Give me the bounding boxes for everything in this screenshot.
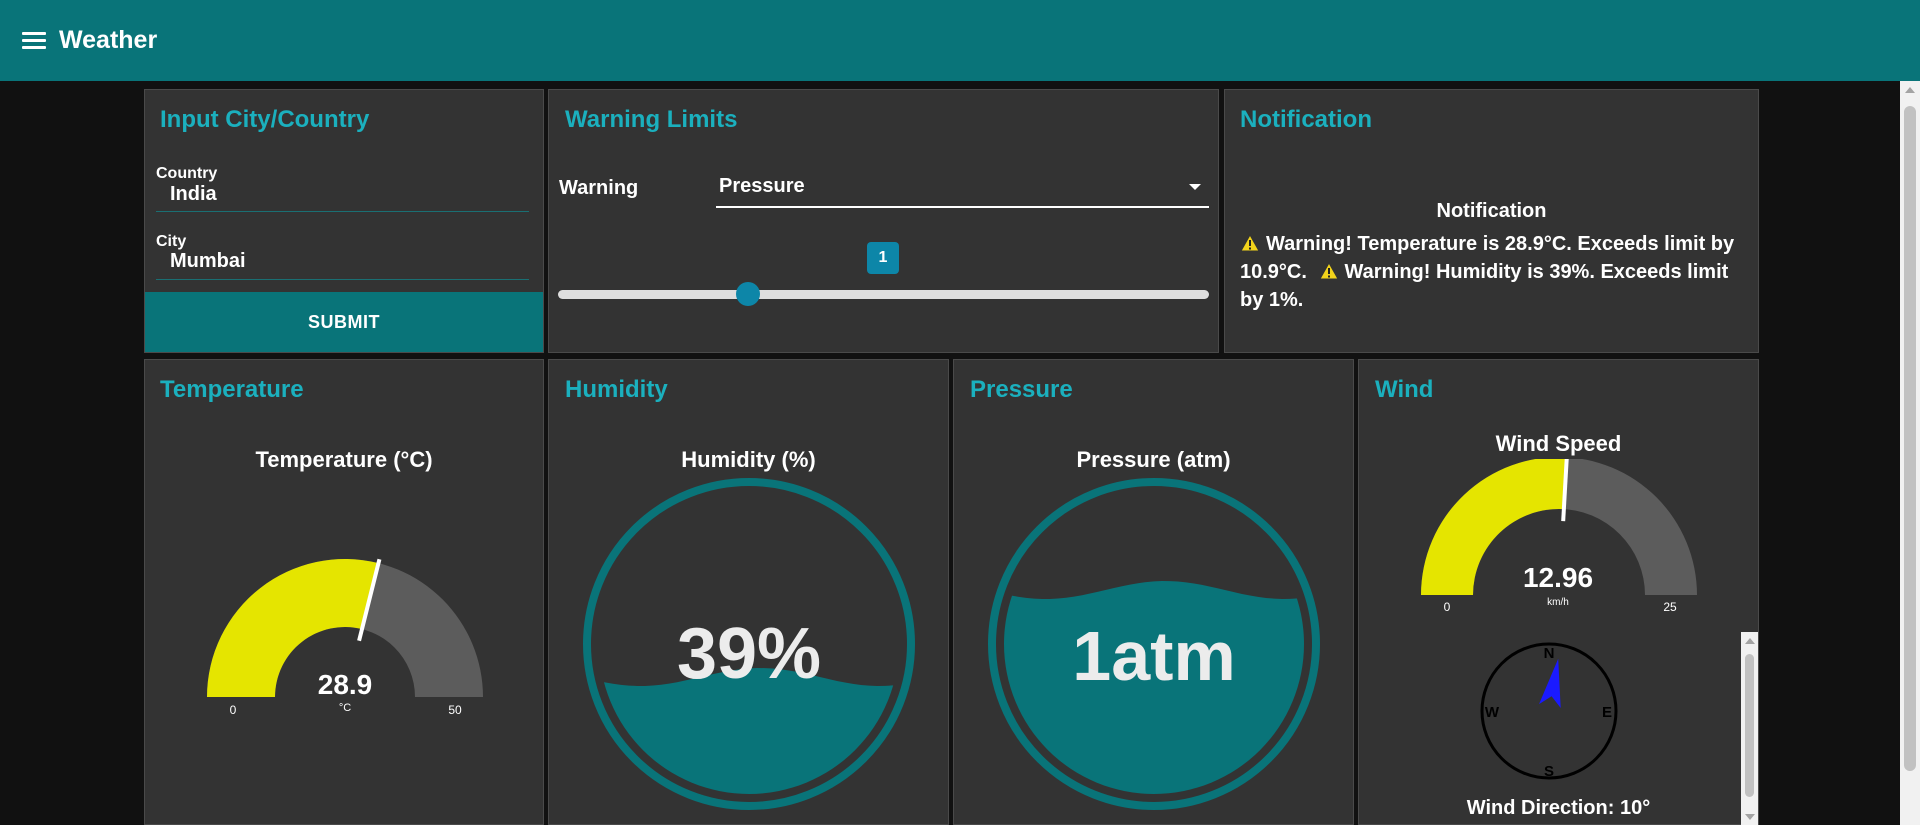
- pressure-panel: Pressure Pressure (atm) 1atm: [953, 359, 1354, 825]
- slider-value-badge: 1: [867, 242, 899, 274]
- wind-speed-gauge: 12.96 km/h 0 25: [1421, 459, 1697, 614]
- panel-title: Wind: [1375, 376, 1434, 403]
- scroll-up-icon[interactable]: [1905, 87, 1915, 93]
- compass-ring: [1480, 642, 1618, 780]
- compass-west: W: [1485, 704, 1500, 721]
- wind-panel: Wind Wind Speed 12.96 km/h 0 25 N E S W …: [1358, 359, 1759, 825]
- humidity-liquid-gauge: 39%: [583, 478, 915, 810]
- panel-title: Pressure: [970, 376, 1073, 403]
- scrollbar-thumb[interactable]: [1745, 654, 1754, 797]
- city-label: City: [156, 233, 187, 250]
- gauge-min: 0: [230, 703, 237, 717]
- select-value: Pressure: [719, 175, 805, 197]
- panel-title: Humidity: [565, 376, 668, 403]
- warning-limits-panel: Warning Limits Warning Pressure 1: [548, 89, 1219, 353]
- pressure-liquid-gauge: 1atm: [988, 478, 1320, 810]
- compass-north: N: [1544, 645, 1555, 662]
- gauge-min: 0: [1444, 600, 1451, 614]
- page-scrollbar[interactable]: [1900, 81, 1920, 825]
- temperature-panel: Temperature Temperature (°C) 28.9 °C 0 5…: [144, 359, 544, 825]
- chevron-down-icon: [1189, 184, 1201, 190]
- warning-icon: [1318, 262, 1339, 280]
- hamburger-menu-icon[interactable]: [22, 32, 46, 50]
- slider-handle[interactable]: [736, 282, 760, 306]
- notification-heading: Notification: [1436, 200, 1547, 222]
- panel-title: Warning Limits: [565, 106, 738, 133]
- compass-east: E: [1602, 704, 1612, 721]
- city-field-underline: [156, 279, 529, 280]
- submit-button[interactable]: SUBMIT: [145, 292, 543, 352]
- wind-panel-scrollbar[interactable]: [1741, 632, 1758, 825]
- gauge-title: Pressure (atm): [1076, 447, 1231, 472]
- liquid-fill: [1004, 581, 1304, 794]
- panel-title: Input City/Country: [160, 106, 370, 133]
- app-header: Weather: [0, 0, 1920, 81]
- input-city-panel: Input City/Country Country India City Mu…: [144, 89, 544, 353]
- gauge-title: Wind Speed: [1495, 431, 1622, 456]
- compass-needle: [1539, 658, 1561, 708]
- compass-south: S: [1544, 763, 1554, 780]
- country-field[interactable]: India: [170, 183, 217, 206]
- app-title: Weather: [59, 26, 158, 54]
- warning-icon: [1240, 234, 1260, 252]
- gauge-title: Humidity (%): [681, 447, 816, 472]
- gauge-value: 12.96: [1523, 562, 1593, 593]
- gauge-max: 25: [1663, 600, 1677, 614]
- temperature-gauge: 28.9 °C 0 50: [207, 558, 483, 717]
- humidity-panel: Humidity Humidity (%) 39%: [548, 359, 949, 825]
- scroll-down-icon[interactable]: [1745, 814, 1755, 820]
- warning-type-select[interactable]: Pressure: [716, 172, 1209, 208]
- gauge-value: 1atm: [1072, 617, 1235, 695]
- gauge-unit: °C: [339, 702, 351, 714]
- gauge-value: 28.9: [318, 669, 373, 700]
- gauge-max: 50: [448, 703, 462, 717]
- notification-message: Warning! Humidity is 39%. Exceeds limit …: [1240, 261, 1729, 311]
- wind-compass: N E S W: [1480, 642, 1618, 780]
- country-field-underline: [156, 211, 529, 212]
- gauge-title: Temperature (°C): [255, 447, 433, 472]
- notification-messages: Warning! Temperature is 28.9°C. Exceeds …: [1240, 230, 1740, 314]
- city-field[interactable]: Mumbai: [170, 250, 246, 273]
- country-label: Country: [156, 165, 218, 182]
- scroll-up-icon[interactable]: [1745, 638, 1755, 644]
- notification-panel: Notification Notification Warning! Tempe…: [1224, 89, 1759, 353]
- wind-direction-label: Wind Direction: 10°: [1466, 797, 1651, 819]
- slider-track[interactable]: [558, 290, 1209, 299]
- panel-title: Notification: [1240, 106, 1372, 133]
- warning-label: Warning: [559, 177, 639, 199]
- gauge-value: 39%: [677, 614, 821, 694]
- scrollbar-thumb[interactable]: [1904, 106, 1916, 771]
- gauge-unit: km/h: [1547, 597, 1569, 608]
- panel-title: Temperature: [160, 376, 304, 403]
